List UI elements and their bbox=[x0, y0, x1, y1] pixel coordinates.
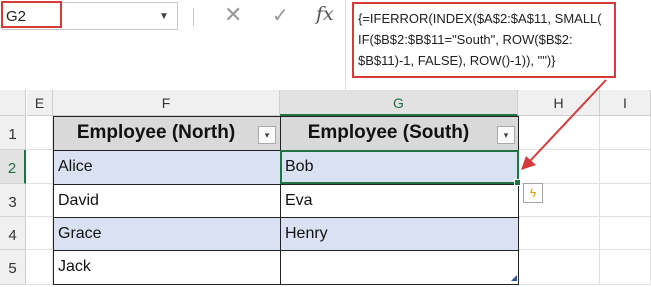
annotation-arrow bbox=[521, 79, 607, 170]
